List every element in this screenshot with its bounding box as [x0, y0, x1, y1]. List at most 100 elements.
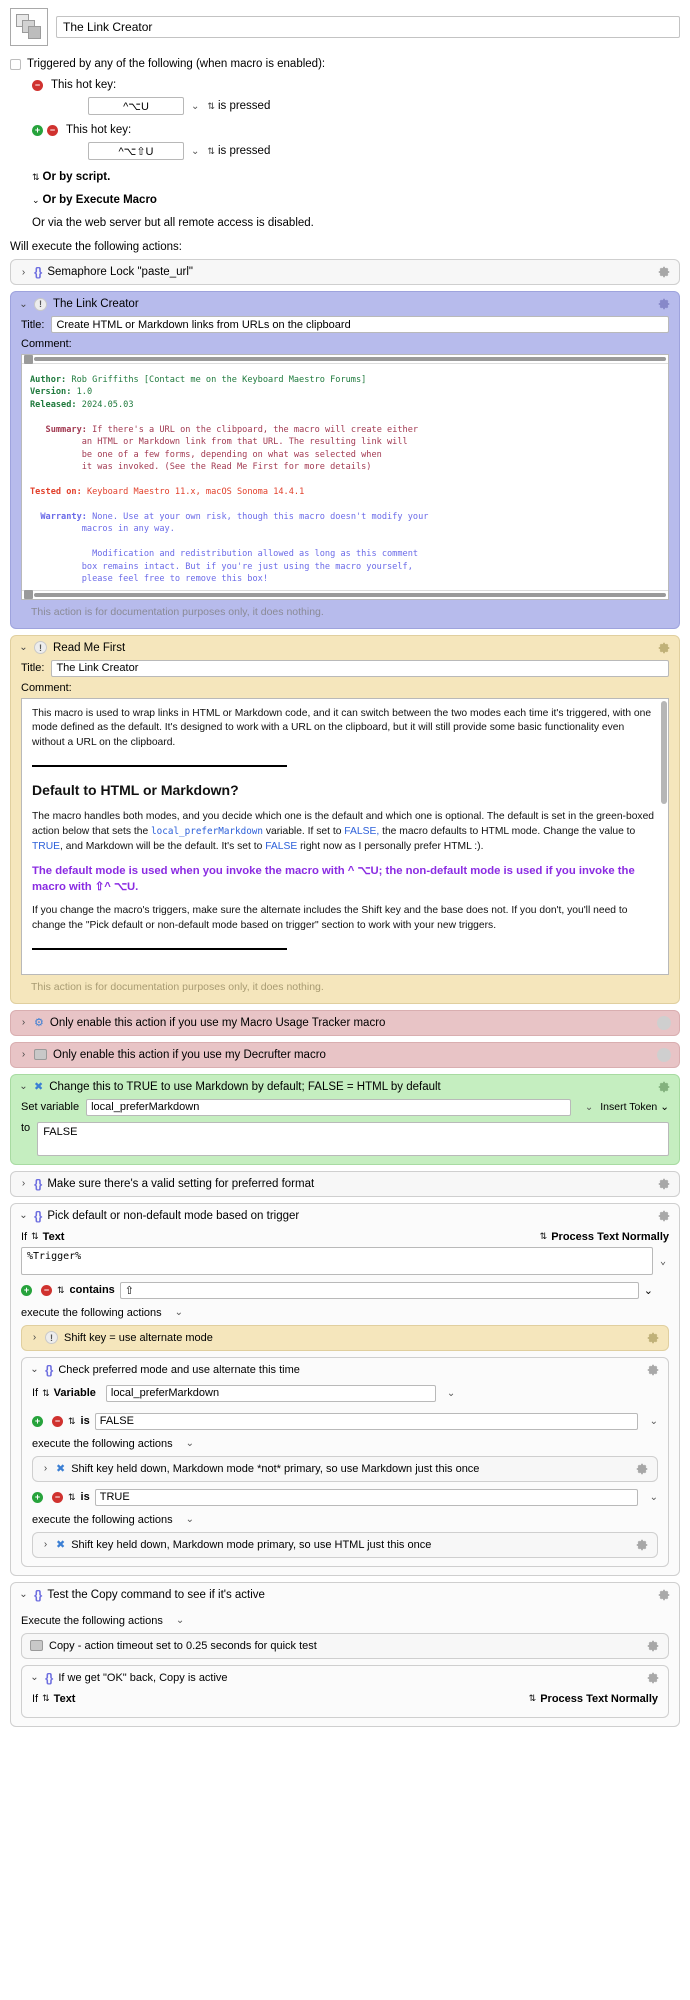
- remove-condition-icon-2[interactable]: −: [52, 1491, 63, 1503]
- gear-icon[interactable]: [646, 1363, 660, 1377]
- gear-icon[interactable]: [657, 1209, 671, 1223]
- disclosure-right-icon[interactable]: ›: [19, 1178, 28, 1189]
- operator-label-2[interactable]: is: [81, 1491, 90, 1503]
- chevron-down-icon[interactable]: ⌄: [191, 101, 199, 112]
- disclosure-right-icon[interactable]: ›: [30, 1332, 39, 1343]
- action-header[interactable]: ⌄ {} Pick default or non-default mode ba…: [11, 1204, 679, 1228]
- comment-hscrollbar-top[interactable]: [22, 354, 668, 364]
- action-link-creator-comment[interactable]: ⌄ ! The Link Creator Title: Create HTML …: [10, 291, 680, 629]
- add-condition-icon-2[interactable]: +: [32, 1491, 43, 1503]
- action-header[interactable]: › ✖ Shift key held down, Markdown mode *…: [33, 1457, 657, 1481]
- stepper-icon-if[interactable]: ⇅: [31, 1231, 39, 1242]
- title-input[interactable]: Create HTML or Markdown links from URLs …: [51, 316, 669, 333]
- gear-icon[interactable]: [657, 1588, 671, 1602]
- comment-box[interactable]: Author: Rob Griffiths [Contact me on the…: [21, 354, 669, 600]
- action-if-ok-copy-active[interactable]: ⌄ {} If we get "OK" back, Copy is active…: [21, 1664, 669, 1718]
- disclosure-down-icon[interactable]: ⌄: [19, 642, 28, 653]
- if-type[interactable]: Text: [43, 1231, 65, 1243]
- operand-input-2[interactable]: TRUE: [94, 1488, 638, 1506]
- if-type[interactable]: Text: [54, 1693, 76, 1705]
- action-header[interactable]: › {} Semaphore Lock "paste_url": [11, 260, 679, 284]
- disclosure-right-icon[interactable]: ›: [19, 1017, 28, 1028]
- action-set-prefer-markdown[interactable]: ⌄ ✖ Change this to TRUE to use Markdown …: [10, 1073, 680, 1165]
- disabled-toggle-icon[interactable]: [657, 1015, 671, 1030]
- stepper-icon-if[interactable]: ⇅: [42, 1693, 50, 1704]
- gear-icon[interactable]: [657, 1177, 671, 1191]
- action-semaphore-lock[interactable]: › {} Semaphore Lock "paste_url": [10, 259, 680, 285]
- add-condition-icon[interactable]: +: [21, 1284, 32, 1296]
- insert-token-button[interactable]: Insert Token ⌄: [600, 1101, 669, 1113]
- disclosure-right-icon[interactable]: ›: [19, 267, 28, 278]
- action-shift-alternate-mode[interactable]: › ! Shift key = use alternate mode: [21, 1324, 669, 1351]
- comment-hscrollbar[interactable]: [22, 589, 668, 599]
- chevron-down-icon-text[interactable]: ⌄: [660, 1256, 666, 1267]
- disclosure-right-icon[interactable]: ›: [41, 1539, 50, 1550]
- hotkey-input-2[interactable]: ^⌥⇧U: [88, 142, 184, 160]
- action-header[interactable]: › ✖ Shift key held down, Markdown mode p…: [33, 1533, 657, 1557]
- gear-icon[interactable]: [635, 1462, 649, 1476]
- trigger-text-input[interactable]: %Trigger% ⌄: [21, 1246, 666, 1275]
- or-by-execute-macro-row[interactable]: ⌄ Or by Execute Macro: [10, 194, 680, 206]
- action-decrufter-disabled[interactable]: › Only enable this action if you use my …: [10, 1041, 680, 1068]
- action-header[interactable]: ⌄ {} If we get "OK" back, Copy is active: [22, 1666, 668, 1690]
- gear-icon[interactable]: [646, 1331, 660, 1345]
- stepper-icon-op2[interactable]: ⇅: [68, 1492, 76, 1503]
- chevron-down-icon-op[interactable]: ⌄: [644, 1284, 653, 1297]
- macro-icon[interactable]: [10, 8, 48, 46]
- macro-name-input[interactable]: The Link Creator: [56, 16, 680, 38]
- trigger-checkbox[interactable]: [10, 58, 21, 70]
- action-header[interactable]: › ⚙ Only enable this action if you use m…: [11, 1011, 679, 1035]
- gear-icon[interactable]: [657, 641, 671, 655]
- action-header[interactable]: ⌄ {} Check preferred mode and use altern…: [22, 1358, 668, 1382]
- chevron-down-icon-op2[interactable]: ⌄: [650, 1492, 658, 1503]
- hotkey-input-1[interactable]: ^⌥U: [88, 97, 184, 115]
- disclosure-down-icon[interactable]: ⌄: [19, 1589, 28, 1600]
- disclosure-down-icon[interactable]: ⌄: [30, 1364, 39, 1375]
- readme-comment-box[interactable]: This macro is used to wrap links in HTML…: [21, 697, 669, 975]
- chevron-down-icon-op1[interactable]: ⌄: [650, 1416, 658, 1427]
- chevron-down-icon-exec2[interactable]: ⌄: [186, 1514, 194, 1525]
- gear-icon[interactable]: [646, 1639, 660, 1653]
- gear-icon[interactable]: [646, 1671, 660, 1685]
- add-trigger-icon[interactable]: +: [32, 124, 43, 136]
- variable-name-input[interactable]: local_preferMarkdown: [86, 1098, 571, 1116]
- stepper-icon-process[interactable]: ⇅: [529, 1693, 537, 1704]
- chevron-down-icon-2[interactable]: ⌄: [191, 146, 199, 157]
- operator-label[interactable]: contains: [70, 1284, 115, 1296]
- chevron-down-icon-exec[interactable]: ⌄: [32, 195, 40, 205]
- chevron-down-icon-var[interactable]: ⌄: [585, 1102, 593, 1113]
- operand-input[interactable]: ⇧: [119, 1281, 639, 1299]
- action-header[interactable]: ⌄ ✖ Change this to TRUE to use Markdown …: [11, 1075, 679, 1099]
- disclosure-down-icon[interactable]: ⌄: [30, 1672, 39, 1683]
- chevron-down-icon-exec-actions[interactable]: ⌄: [175, 1307, 183, 1318]
- disabled-toggle-icon[interactable]: [657, 1047, 671, 1062]
- disclosure-right-icon[interactable]: ›: [41, 1463, 50, 1474]
- gear-icon[interactable]: [657, 297, 671, 311]
- stepper-icon-script[interactable]: ⇅: [32, 172, 40, 182]
- or-by-script-row[interactable]: ⇅ Or by script.: [10, 171, 680, 183]
- stepper-icon-1[interactable]: ⇅: [207, 101, 215, 112]
- variable-input[interactable]: local_preferMarkdown: [105, 1384, 436, 1402]
- to-value-input[interactable]: FALSE: [37, 1121, 669, 1156]
- stepper-icon-process[interactable]: ⇅: [540, 1231, 548, 1242]
- remove-trigger-icon-2[interactable]: −: [47, 124, 58, 136]
- action-macro-usage-tracker-disabled[interactable]: › ⚙ Only enable this action if you use m…: [10, 1009, 680, 1036]
- action-pick-mode-group[interactable]: ⌄ {} Pick default or non-default mode ba…: [10, 1202, 680, 1576]
- action-use-html-once[interactable]: › ✖ Shift key held down, Markdown mode p…: [32, 1531, 658, 1558]
- title-input[interactable]: The Link Creator: [51, 659, 669, 677]
- gear-icon[interactable]: [657, 265, 671, 279]
- stepper-icon-2[interactable]: ⇅: [207, 146, 215, 157]
- action-check-preferred-mode[interactable]: ⌄ {} Check preferred mode and use altern…: [21, 1356, 669, 1567]
- process-mode[interactable]: Process Text Normally: [551, 1231, 669, 1243]
- action-header[interactable]: ⌄ ! The Link Creator: [11, 292, 679, 316]
- action-test-copy-group[interactable]: ⌄ {} Test the Copy command to see if it'…: [10, 1581, 680, 1727]
- remove-trigger-icon[interactable]: −: [32, 79, 43, 91]
- disclosure-right-icon[interactable]: ›: [19, 1049, 28, 1060]
- operand-input-1[interactable]: FALSE: [94, 1412, 638, 1430]
- disclosure-down-icon[interactable]: ⌄: [19, 1210, 28, 1221]
- action-header[interactable]: ⌄ {} Test the Copy command to see if it'…: [11, 1583, 679, 1607]
- gear-icon[interactable]: [635, 1538, 649, 1552]
- action-header[interactable]: ⌄ ! Read Me First: [11, 636, 679, 660]
- chevron-down-icon-exec[interactable]: ⌄: [176, 1615, 184, 1626]
- trigger-enable-row[interactable]: Triggered by any of the following (when …: [10, 58, 680, 70]
